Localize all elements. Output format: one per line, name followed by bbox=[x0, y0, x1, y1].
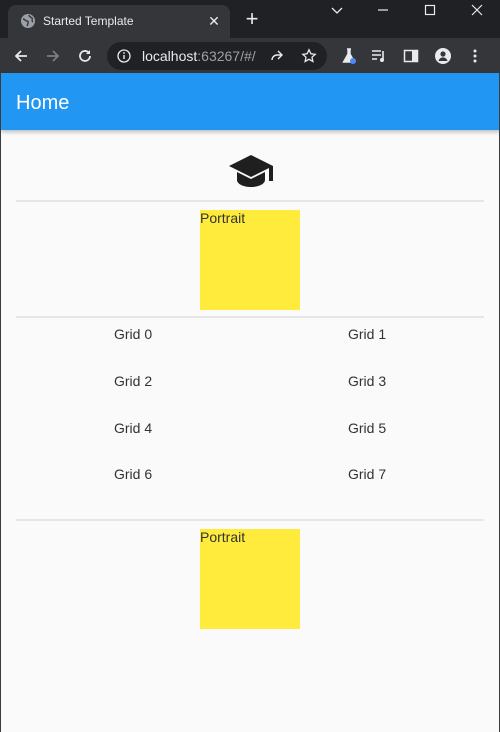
page-title: Home bbox=[16, 92, 70, 114]
grid-item: Grid 3 bbox=[348, 373, 387, 389]
url-text: localhost:63267/#/ bbox=[142, 48, 256, 64]
grid-item: Grid 7 bbox=[348, 466, 387, 482]
media-queue-icon[interactable] bbox=[366, 43, 392, 69]
divider bbox=[16, 316, 484, 318]
globe-icon bbox=[21, 14, 35, 28]
browser-toolbar: localhost:63267/#/ bbox=[0, 38, 500, 73]
forward-icon[interactable] bbox=[40, 43, 66, 69]
divider bbox=[16, 200, 484, 202]
address-bar[interactable]: localhost:63267/#/ bbox=[107, 42, 327, 70]
tab-search-icon[interactable] bbox=[314, 0, 360, 22]
menu-kebab-icon[interactable] bbox=[462, 43, 488, 69]
site-info-icon[interactable] bbox=[117, 49, 131, 63]
profile-avatar-icon[interactable] bbox=[430, 43, 456, 69]
back-icon[interactable] bbox=[8, 43, 34, 69]
school-icon bbox=[229, 155, 273, 187]
close-window-icon[interactable] bbox=[454, 0, 500, 22]
labs-flask-icon[interactable] bbox=[336, 43, 362, 69]
tab-title: Started Template bbox=[43, 14, 134, 28]
grid-item: Grid 5 bbox=[348, 420, 387, 436]
grid-item: Grid 0 bbox=[114, 326, 153, 342]
close-tab-icon[interactable]: ✕ bbox=[206, 13, 222, 29]
browser-titlebar: Started Template ✕ + bbox=[0, 0, 500, 38]
side-panel-icon[interactable] bbox=[398, 43, 424, 69]
grid-item: Grid 6 bbox=[114, 466, 153, 482]
minimize-icon[interactable] bbox=[360, 0, 406, 22]
portrait-label: Portrait bbox=[200, 210, 246, 226]
page-viewport: Home Portrait Grid 0 Grid 1 Grid 2 Grid … bbox=[0, 73, 500, 732]
app-bar: Home bbox=[1, 73, 499, 130]
bookmark-star-icon[interactable] bbox=[301, 48, 317, 64]
portrait-box: Portrait bbox=[200, 210, 300, 310]
grid-item: Grid 1 bbox=[348, 326, 387, 342]
maximize-icon[interactable] bbox=[407, 0, 453, 22]
browser-tab[interactable]: Started Template ✕ bbox=[8, 5, 230, 38]
portrait-box: Portrait bbox=[200, 529, 300, 629]
grid-item: Grid 4 bbox=[114, 420, 153, 436]
new-tab-icon[interactable]: + bbox=[242, 8, 262, 30]
portrait-label: Portrait bbox=[200, 529, 246, 545]
grid-item: Grid 2 bbox=[114, 373, 153, 389]
share-icon[interactable] bbox=[269, 48, 285, 64]
reload-icon[interactable] bbox=[72, 43, 98, 69]
divider bbox=[16, 519, 484, 521]
